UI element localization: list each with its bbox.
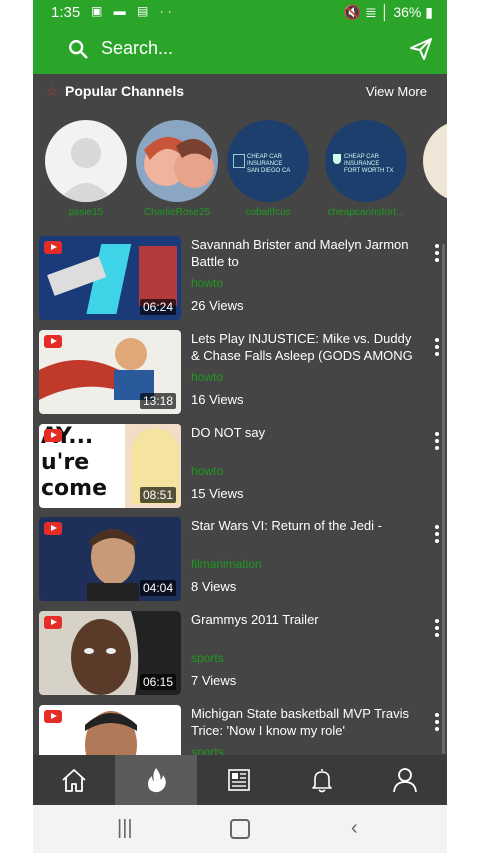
video-thumbnail[interactable]: 04:04 [39, 517, 181, 601]
avatar [136, 120, 218, 202]
bottom-navigation [33, 755, 447, 805]
nav-trending[interactable] [115, 755, 197, 805]
video-views: 7 Views [191, 673, 237, 688]
video-title: Savannah Brister and Maelyn Jarmon Battl… [191, 237, 409, 269]
avatar [45, 120, 127, 202]
channel-name: cheapcarinsfort... [327, 207, 405, 218]
channel-name: cobaltfcus [245, 207, 291, 218]
user-icon [393, 768, 417, 793]
nav-notifications[interactable] [281, 755, 363, 805]
video-thumbnail[interactable]: 06:15 [39, 611, 181, 695]
channel-name: pssie15 [68, 207, 104, 218]
channel-badge-text: CHEAP CAR INSURANCE SAN DIEGO CA [247, 154, 291, 174]
video-thumbnail[interactable]: 13:18 [39, 330, 181, 414]
video-category: howto [191, 370, 224, 384]
channel-name: co [419, 207, 447, 218]
bell-icon [312, 769, 332, 793]
video-duration: 08:51 [139, 487, 176, 503]
system-icons: 🔇 ≣ │ [343, 4, 390, 20]
channel-item[interactable]: CHEAP CAR INSURANCE FORT WORTH TX cheapca… [325, 120, 407, 218]
star-icon: ☆ [46, 83, 59, 99]
section-title: Popular Channels [65, 83, 185, 99]
nav-home[interactable] [33, 755, 115, 805]
video-duration: 06:24 [139, 299, 176, 315]
video-title: Grammys 2011 Trailer [191, 612, 319, 627]
app-bar: Search... [33, 24, 447, 74]
more-options-icon[interactable] [435, 338, 439, 359]
video-item[interactable]: Michigan State basketball MVP Travis Tri… [33, 705, 447, 755]
popular-channels-section: ☆ Popular Channels View More pssie15 Cha… [33, 74, 447, 234]
video-views: 26 Views [191, 298, 244, 313]
recent-apps-icon[interactable]: ||| [117, 817, 133, 840]
video-category: sports [191, 745, 224, 755]
video-category: sports [191, 651, 224, 665]
video-duration: 06:15 [139, 674, 176, 690]
avatar: CHEAP CAR INSURANCE FORT WORTH TX [325, 120, 407, 202]
video-views: 8 Views [191, 579, 237, 594]
avatar [423, 120, 447, 202]
shield-icon [233, 154, 245, 168]
channel-item[interactable]: pssie15 [45, 120, 127, 218]
video-title: Lets Play INJUSTICE: Mike vs. Duddy & Ch… [191, 331, 413, 363]
video-item[interactable]: 06:15 Grammys 2011 Trailer sports 7 View… [33, 611, 447, 705]
video-thumbnail[interactable] [39, 705, 181, 755]
home-icon [62, 769, 86, 792]
video-thumbnail[interactable]: 06:24 [39, 236, 181, 320]
youtube-icon [44, 241, 62, 254]
youtube-icon [44, 335, 62, 348]
shield-icon [333, 154, 341, 164]
video-category: filmanimation [191, 557, 262, 571]
scrollbar[interactable] [442, 244, 445, 754]
more-options-icon[interactable] [435, 713, 439, 734]
search-input[interactable]: Search... [101, 38, 173, 59]
search-icon[interactable] [67, 38, 89, 60]
video-item[interactable]: 13:18 Lets Play INJUSTICE: Mike vs. Dudd… [33, 330, 447, 424]
more-options-icon[interactable] [435, 432, 439, 453]
channel-name: CharlieRose25 [143, 207, 211, 218]
fire-icon [148, 768, 166, 793]
back-icon[interactable]: ‹ [351, 817, 358, 840]
video-title: Michigan State basketball MVP Travis Tri… [191, 706, 409, 738]
system-navigation-bar: ||| ‹ [33, 805, 447, 853]
youtube-icon [44, 522, 62, 535]
app-screen: 1:35 ▣ ▬ ▤ ·· 🔇 ≣ │ 36% ▮ Search... ☆ Po… [33, 0, 447, 853]
channel-badge-text: CHEAP CAR INSURANCE FORT WORTH TX [344, 154, 394, 174]
nav-news[interactable] [198, 755, 280, 805]
nav-profile[interactable] [364, 755, 446, 805]
video-item[interactable]: AY... u're come 08:51 DO NOT say howto 1… [33, 424, 447, 518]
video-views: 16 Views [191, 392, 244, 407]
youtube-icon [44, 429, 62, 442]
youtube-icon [44, 616, 62, 629]
channel-item[interactable]: co [423, 120, 447, 218]
video-title: DO NOT say [191, 425, 266, 440]
status-time: 1:35 [51, 4, 81, 21]
battery-level: 36% [393, 4, 422, 20]
video-item[interactable]: 06:24 Savannah Brister and Maelyn Jarmon… [33, 236, 447, 330]
video-title: Star Wars VI: Return of the Jedi - [191, 518, 382, 533]
channel-item[interactable]: CHEAP CAR INSURANCE SAN DIEGO CA cobaltfc… [227, 120, 309, 218]
video-item[interactable]: 04:04 Star Wars VI: Return of the Jedi -… [33, 517, 447, 611]
view-more-link[interactable]: View More [366, 84, 427, 99]
video-thumbnail[interactable]: AY... u're come 08:51 [39, 424, 181, 508]
channel-item[interactable]: CharlieRose25 [136, 120, 218, 218]
more-options-icon[interactable] [435, 244, 439, 265]
video-category: howto [191, 276, 224, 290]
status-right: 🔇 ≣ │ 36% ▮ [344, 4, 433, 21]
more-options-icon[interactable] [435, 525, 439, 546]
video-duration: 04:04 [139, 580, 176, 596]
newspaper-icon [228, 769, 250, 791]
avatar: CHEAP CAR INSURANCE SAN DIEGO CA [227, 120, 309, 202]
battery-icon: ▮ [425, 4, 433, 20]
home-button-icon[interactable] [230, 819, 250, 839]
send-icon[interactable] [409, 37, 433, 61]
video-duration: 13:18 [139, 393, 176, 409]
youtube-icon [44, 710, 62, 723]
status-bar: 1:35 ▣ ▬ ▤ ·· 🔇 ≣ │ 36% ▮ [33, 0, 447, 24]
video-views: 15 Views [191, 486, 244, 501]
more-options-icon[interactable] [435, 619, 439, 640]
video-category: howto [191, 464, 224, 478]
notification-icons: ▣ ▬ ▤ ·· [91, 4, 176, 18]
